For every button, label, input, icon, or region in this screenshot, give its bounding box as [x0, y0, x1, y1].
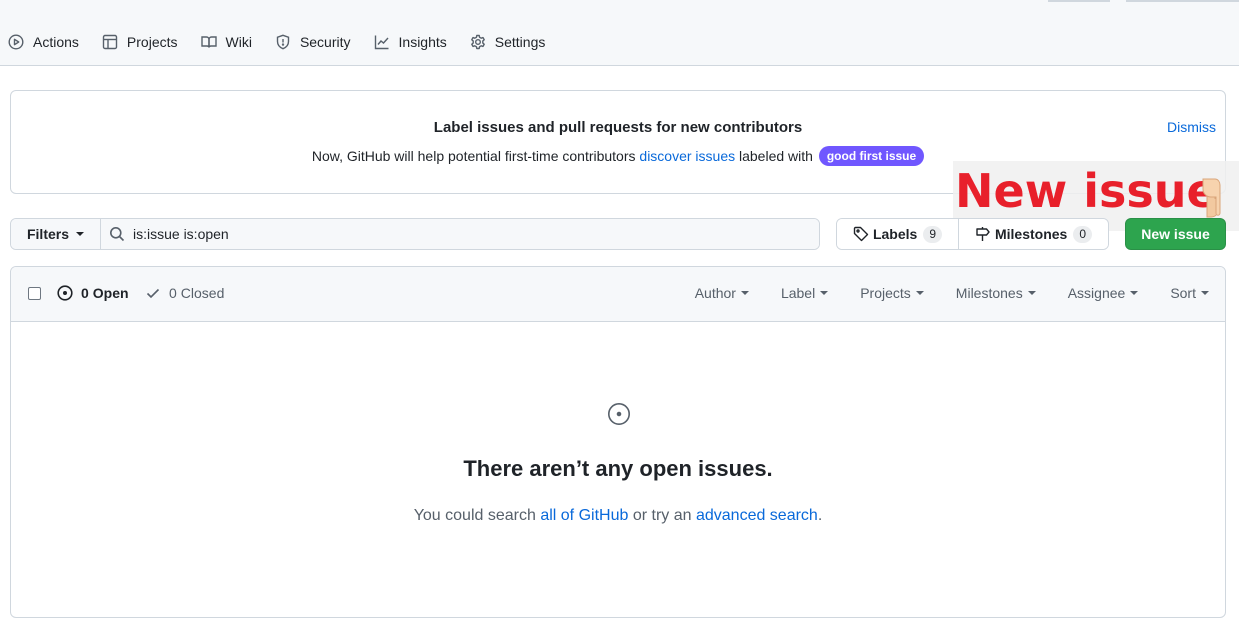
all-of-github-link[interactable]: all of GitHub: [540, 507, 628, 524]
open-count: 0: [81, 285, 89, 301]
author-filter[interactable]: Author: [695, 285, 749, 301]
filters-button-label: Filters: [26, 226, 69, 242]
labels-count: 9: [923, 225, 943, 243]
issue-opened-icon: [607, 402, 631, 426]
closed-label: Closed: [180, 285, 225, 301]
empty-text-middle: or try an: [632, 507, 692, 524]
play-circle-icon: [8, 34, 24, 50]
banner-text-after: labeled with: [739, 148, 813, 164]
milestones-count: 0: [1073, 225, 1093, 243]
label-filter[interactable]: Label: [780, 285, 829, 301]
projects-filter[interactable]: Projects: [860, 285, 924, 301]
nav-tab-edge: [1126, 0, 1239, 2]
label-filter-label: Label: [780, 285, 816, 301]
labels-button-label: Labels: [872, 226, 918, 242]
nav-tab-edge: [1048, 0, 1110, 2]
chevron-down-icon: [1201, 291, 1209, 295]
table-icon: [102, 34, 118, 50]
open-issues-tab[interactable]: 0 Open: [57, 285, 129, 301]
chevron-down-icon: [915, 291, 924, 295]
tag-icon: [853, 226, 869, 242]
nav-item-label: Settings: [494, 34, 546, 50]
nav-item-label: Insights: [398, 34, 447, 50]
filters-button[interactable]: Filters: [11, 219, 101, 249]
gear-icon: [470, 34, 485, 50]
sort-menus: Author Label Projects Milestones Assigne…: [663, 285, 1209, 301]
filters-search-group: Filters: [10, 218, 820, 250]
labels-button[interactable]: Labels 9: [837, 219, 959, 249]
empty-state-text: You could search all of GitHub or try an…: [11, 507, 1225, 525]
chevron-down-icon: [820, 291, 829, 295]
new-issue-button[interactable]: New issue: [1125, 218, 1226, 250]
graph-icon: [374, 35, 389, 50]
nav-item-security[interactable]: Security: [275, 30, 351, 54]
nav-item-projects[interactable]: Projects: [102, 30, 178, 54]
milestones-filter[interactable]: Milestones: [956, 285, 1036, 301]
sort-filter-label: Sort: [1170, 285, 1196, 301]
chevron-down-icon: [1130, 291, 1139, 295]
milestones-filter-label: Milestones: [955, 285, 1023, 301]
nav-item-label: Wiki: [225, 34, 252, 50]
closed-issues-tab[interactable]: 0 Closed: [145, 285, 224, 301]
open-label: Open: [92, 285, 129, 301]
author-filter-label: Author: [694, 285, 736, 301]
pointing-hand-icon: [1202, 178, 1221, 218]
nav-item-label: Security: [299, 34, 351, 50]
shield-icon: [276, 34, 290, 50]
nav-item-insights[interactable]: Insights: [374, 30, 447, 54]
assignee-filter-label: Assignee: [1067, 285, 1126, 301]
book-icon: [200, 36, 217, 48]
discover-issues-link[interactable]: discover issues: [639, 148, 735, 164]
nav-item-settings[interactable]: Settings: [470, 30, 546, 54]
chevron-down-icon: [740, 291, 749, 295]
nav-item-label: Actions: [33, 34, 79, 50]
search-icon: [110, 227, 125, 242]
issues-list: 0 Open 0 Closed Author Label Projects Mi…: [10, 266, 1226, 618]
advanced-search-link[interactable]: advanced search: [696, 507, 818, 524]
empty-text-before: You could search: [413, 507, 536, 524]
good-first-issue-label[interactable]: good first issue: [818, 146, 925, 166]
issue-opened-icon: [57, 285, 73, 301]
chevron-down-icon: [76, 232, 84, 236]
nav-item-label: Projects: [126, 34, 178, 50]
search-input[interactable]: [133, 226, 733, 242]
milestones-button[interactable]: Milestones 0: [959, 219, 1108, 249]
check-icon: [146, 288, 160, 299]
projects-filter-label: Projects: [860, 285, 911, 301]
empty-state-title: There aren’t any open issues.: [463, 456, 773, 481]
milestones-button-label: Milestones: [994, 226, 1068, 242]
sort-filter[interactable]: Sort: [1170, 285, 1209, 301]
annotation-text: New issue: [955, 164, 1218, 218]
dismiss-button[interactable]: Dismiss: [1167, 119, 1216, 135]
banner-text-before: Now, GitHub will help potential first-ti…: [311, 148, 636, 164]
milestone-icon: [976, 227, 990, 241]
nav-items: Actions Projects Wiki Security Insights …: [8, 30, 568, 54]
search-box: [101, 219, 819, 249]
closed-count: 0: [169, 285, 177, 301]
banner-title: Label issues and pull requests for new c…: [433, 119, 803, 136]
empty-state: There aren’t any open issues. You could …: [11, 323, 1225, 617]
nav-item-wiki[interactable]: Wiki: [200, 30, 252, 54]
repo-nav: Actions Projects Wiki Security Insights …: [0, 0, 1239, 66]
select-all-checkbox[interactable]: [28, 287, 41, 300]
labels-milestones-group: Labels 9 Milestones 0: [836, 218, 1109, 250]
assignee-filter[interactable]: Assignee: [1068, 285, 1139, 301]
nav-item-actions[interactable]: Actions: [8, 30, 79, 54]
empty-text-after: .: [817, 507, 823, 524]
issues-list-header: 0 Open 0 Closed Author Label Projects Mi…: [11, 267, 1225, 322]
chevron-down-icon: [1027, 291, 1036, 295]
